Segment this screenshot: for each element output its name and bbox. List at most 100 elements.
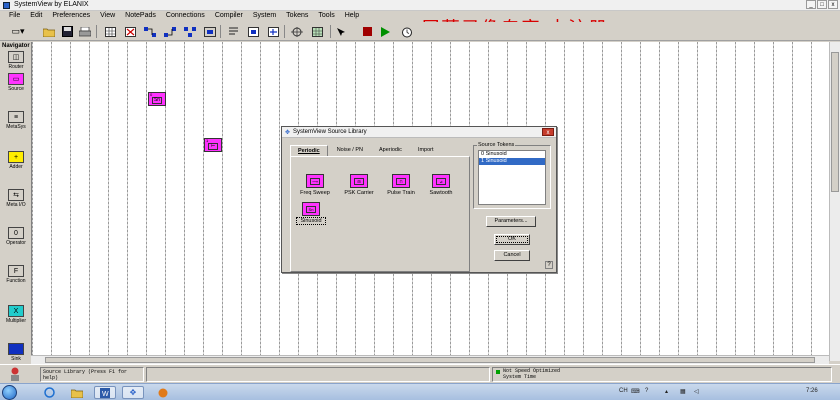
connect-icon[interactable] [143,25,157,38]
tab-noise-pn[interactable]: Noise / PN [330,145,370,156]
close-button[interactable]: x [828,0,838,9]
periodic-panel: ⟿ Freq Sweep ⊞ PSK Carrier ⊓ Pulse Train… [290,156,470,272]
menu-bar: File Edit Preferences View NotePads Conn… [0,11,840,22]
router-icon: ◫ [8,51,24,63]
stop-icon[interactable] [360,25,374,38]
print-icon[interactable] [78,25,92,38]
network-icon[interactable]: ▦ [680,388,686,395]
help-arrow-icon[interactable] [334,25,348,38]
menu-notepads[interactable]: NotePads [120,11,161,22]
adder-icon: + [8,151,24,163]
menu-file[interactable]: File [4,11,25,22]
menu-preferences[interactable]: Preferences [47,11,95,22]
dialog-title-bar: ✥ SystemView Source Library x [282,127,556,138]
psk-carrier-icon: ⊞ [354,178,364,185]
chevron-up-icon[interactable]: ▴ [665,388,668,395]
source-tokens-title: Source Tokens [477,142,516,148]
delete-icon[interactable] [123,25,137,38]
source-icon: ▭ [8,73,24,85]
tab-import[interactable]: Import [411,145,441,156]
list-item[interactable]: 1 Sinusoid [479,158,545,165]
nav-meta-io[interactable]: ⇆ Meta I/O [2,189,30,208]
keyboard-icon[interactable]: ⌨ [631,388,640,395]
minimize-button[interactable]: _ [806,0,816,9]
parameters-button[interactable]: Parameters... [486,216,536,227]
lib-pulse-train[interactable]: ⊓ Pulse Train [383,174,419,196]
nav-metasys[interactable]: ≡ MetaSys [2,111,30,130]
nav-sink[interactable]: Sink [2,343,30,362]
tab-periodic[interactable]: Periodic [290,145,328,156]
menu-tools[interactable]: Tools [313,11,339,22]
open-folder-icon[interactable] [42,25,56,38]
dropdown-icon[interactable]: ▭▾ [4,25,32,38]
zoom-icon[interactable] [290,25,304,38]
status-message: Source Library (Press F1 for help) [40,367,144,382]
systemview-task-icon[interactable]: ✥ [122,386,144,399]
sinusoid-icon: ⊢ [208,143,218,150]
vertical-scrollbar[interactable] [829,42,840,361]
lib-sinusoid[interactable]: Sn Sinusoid [296,202,326,225]
help-icon[interactable]: ? [545,261,553,269]
menu-compiler[interactable]: Compiler [210,11,248,22]
notepad-icon[interactable] [246,25,260,38]
dialog-tabs: Periodic Noise / PN Aperiodic Import [290,145,443,156]
list-icon[interactable] [226,25,240,38]
ie-icon[interactable] [38,386,60,399]
ok-button[interactable]: OK [494,234,530,245]
run-icon[interactable] [378,25,392,38]
disconnect-icon[interactable] [163,25,177,38]
menu-connections[interactable]: Connections [161,11,210,22]
status-bar: Source Library (Press F1 for help) Not S… [0,364,840,383]
menu-edit[interactable]: Edit [25,11,47,22]
lib-sawtooth[interactable]: ⊿ Sawtooth [423,174,459,196]
menu-help[interactable]: Help [340,11,364,22]
clock[interactable]: 7:26 [806,388,818,394]
source-tokens-list[interactable]: 0 Sinusoid 1 Sinusoid [478,150,546,205]
app-mascot-icon [4,366,26,382]
save-icon[interactable] [60,25,74,38]
dialog-app-icon: ✥ [285,130,291,136]
sink-icon [8,343,24,355]
menu-view[interactable]: View [95,11,120,22]
operator-icon: 0 [8,227,24,239]
canvas-token-sinusoid-0[interactable]: 0 Sn [148,92,166,106]
media-icon[interactable] [152,386,174,399]
meta-icon[interactable] [266,25,280,38]
table-icon[interactable] [103,25,117,38]
nav-router[interactable]: ◫ Router [2,51,30,70]
nav-multiplier[interactable]: X Multiplier [2,305,30,324]
horizontal-scrollbar[interactable] [31,355,829,364]
explorer-icon[interactable] [66,386,88,399]
dialog-close-button[interactable]: x [542,128,554,136]
nav-source[interactable]: ▭ Source [2,73,30,92]
function-icon: F [8,265,24,277]
pulse-train-icon: ⊓ [396,178,406,185]
cancel-button[interactable]: Cancel [494,250,530,261]
status-progress [146,367,490,382]
ungroup-icon[interactable] [203,25,217,38]
lib-freq-sweep[interactable]: ⟿ Freq Sweep [297,174,333,196]
menu-system[interactable]: System [248,11,281,22]
volume-icon[interactable]: ◁ [694,388,699,395]
group-icon[interactable] [183,25,197,38]
title-bar: SystemView by ELANIX _ □ x [0,0,840,11]
maximize-button[interactable]: □ [817,0,827,9]
menu-tokens[interactable]: Tokens [281,11,313,22]
list-item[interactable]: 0 Sinusoid [479,151,545,158]
status-flags: Not Speed Optimized System Time [492,367,832,382]
canvas-token-sinusoid-1[interactable]: 1 ⊢ [204,138,222,152]
word-icon[interactable]: W [94,386,116,399]
lib-psk-carrier[interactable]: ⊞ PSK Carrier [341,174,377,196]
meta-io-icon: ⇆ [8,189,24,201]
freq-sweep-icon: ⟿ [310,178,320,185]
language-indicator[interactable]: CH [619,388,628,394]
metasys-icon: ≡ [8,111,24,123]
calc-icon[interactable] [310,25,324,38]
start-button[interactable] [2,385,17,400]
help-tray-icon[interactable]: ? [645,388,648,394]
nav-operator[interactable]: 0 Operator [2,227,30,246]
nav-adder[interactable]: + Adder [2,151,30,170]
nav-function[interactable]: F Function [2,265,30,284]
tab-aperiodic[interactable]: Aperiodic [372,145,409,156]
timer-icon[interactable] [400,25,414,38]
